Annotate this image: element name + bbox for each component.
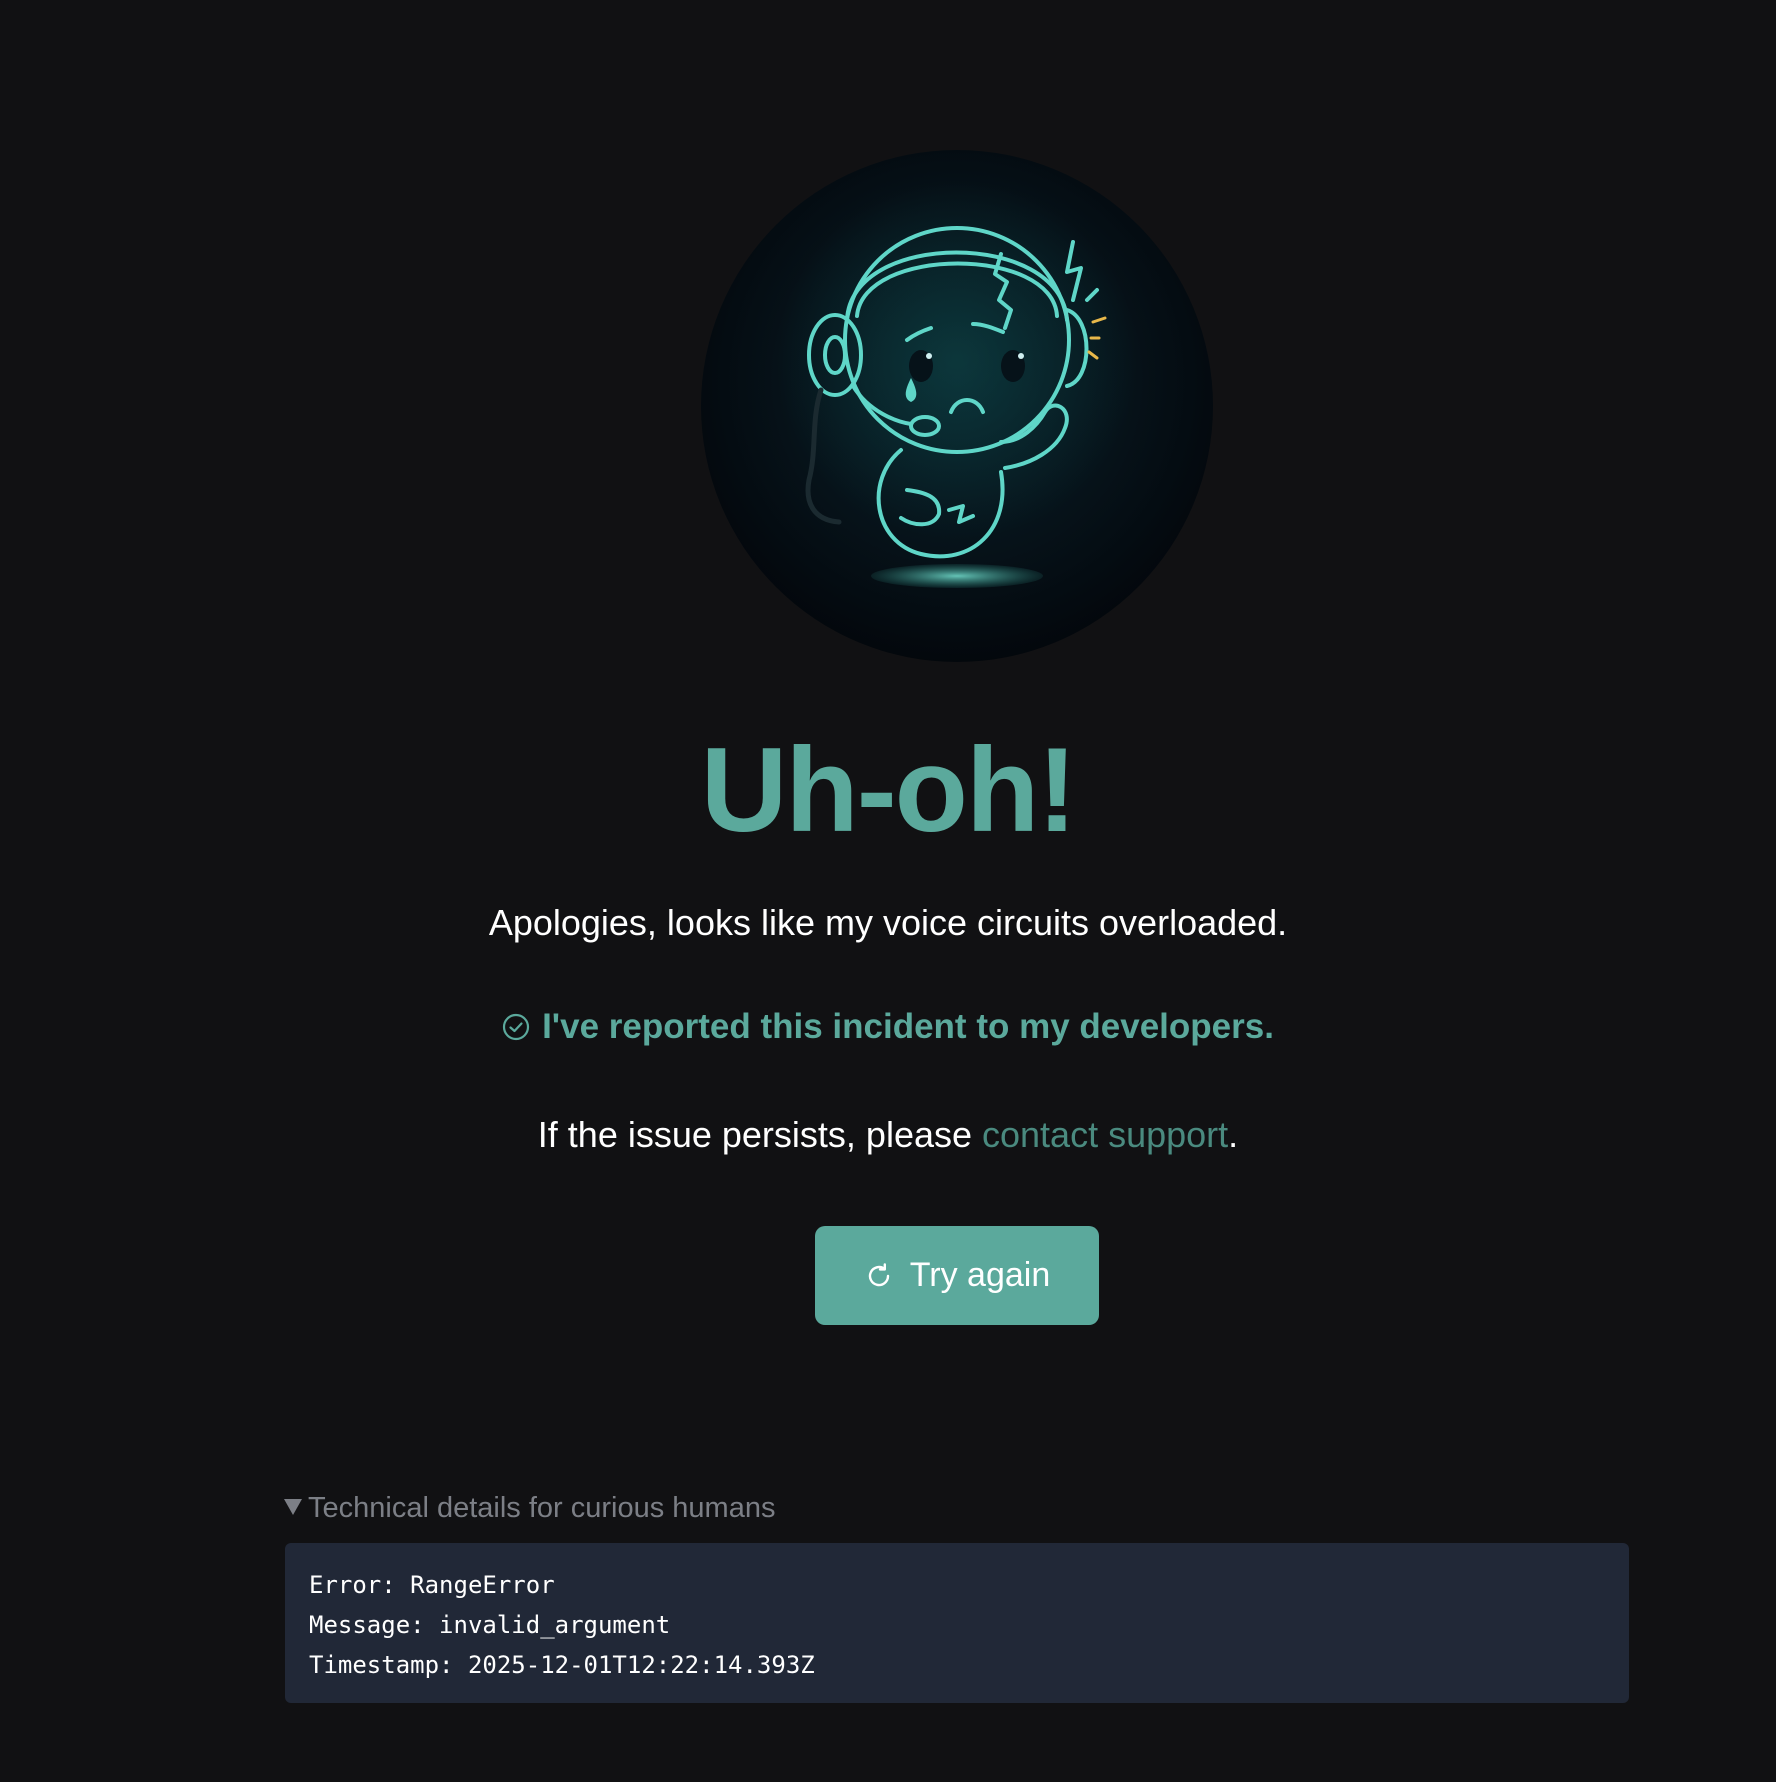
technical-details-panel: Error: RangeError Message: invalid_argum…: [285, 1543, 1629, 1703]
try-again-label: Try again: [909, 1256, 1051, 1294]
check-circle-icon: [502, 1013, 530, 1041]
try-again-button[interactable]: Try again: [815, 1226, 1099, 1325]
triangle-down-icon: [284, 1499, 302, 1515]
support-message: If the issue persists, please contact su…: [0, 1110, 1776, 1160]
error-line: Error: RangeError: [309, 1571, 555, 1599]
message-line: Message: invalid_argument: [309, 1611, 671, 1639]
sad-headset-robot-icon: [757, 180, 1157, 588]
technical-details-label: Technical details for curious humans: [308, 1492, 776, 1524]
timestamp-line: Timestamp: 2025-12-01T12:22:14.393Z: [309, 1651, 815, 1679]
contact-support-link[interactable]: contact support: [982, 1114, 1228, 1155]
reported-text: I've reported this incident to my develo…: [542, 1007, 1274, 1046]
technical-details-toggle[interactable]: Technical details for curious humans: [284, 1488, 775, 1528]
refresh-icon: [868, 1262, 889, 1286]
sad-headset-robot-illustration: [701, 150, 1213, 662]
support-prefix: If the issue persists, please: [537, 1114, 983, 1155]
reported-status: I've reported this incident to my develo…: [0, 1002, 1776, 1052]
error-page: Uh-oh! Apologies, looks like my voice ci…: [0, 0, 1776, 1782]
support-suffix: .: [1228, 1114, 1239, 1155]
page-title: Uh-oh!: [700, 723, 1077, 857]
apology-message: Apologies, looks like my voice circuits …: [488, 902, 1288, 943]
